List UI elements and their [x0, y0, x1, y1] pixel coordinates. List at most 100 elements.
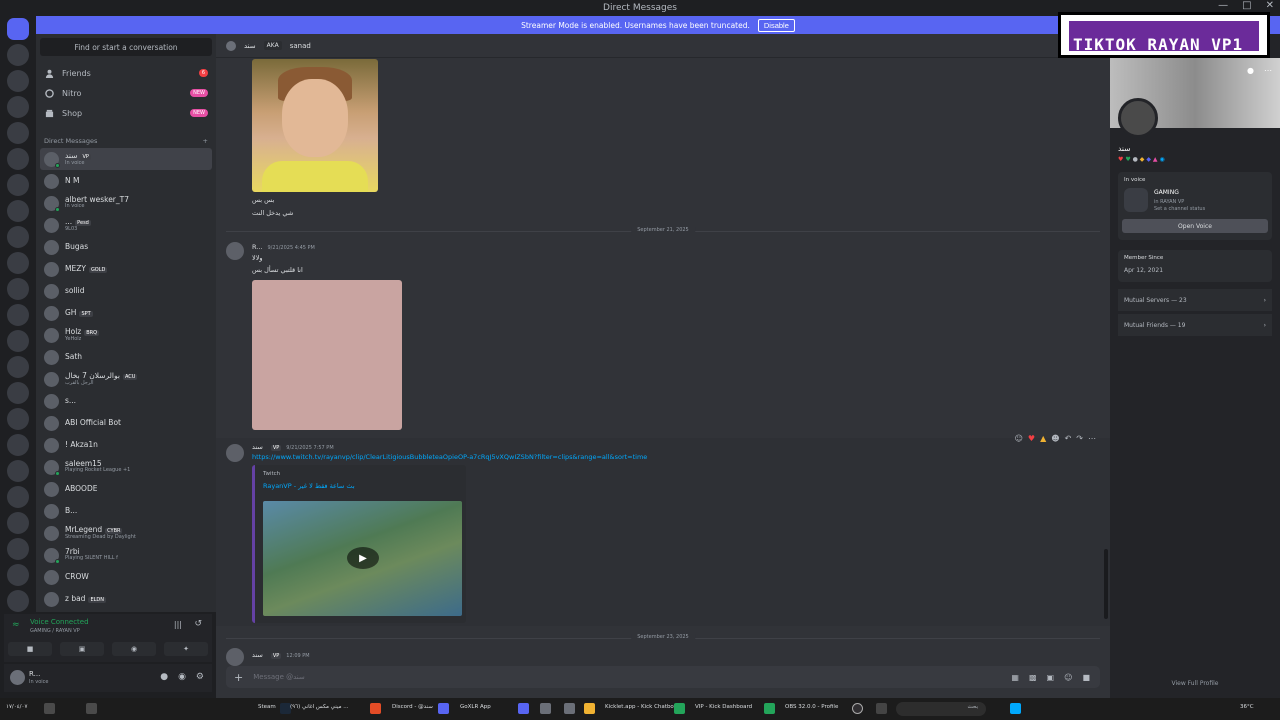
server-icon[interactable]	[7, 564, 29, 586]
minimize-icon[interactable]: —	[1218, 0, 1228, 11]
maximize-icon[interactable]: □	[1242, 0, 1251, 11]
open-voice-button[interactable]: Open Voice	[1122, 219, 1268, 233]
dm-item[interactable]: saleem15 Playing Rocket League +1	[40, 456, 212, 478]
gear-icon[interactable]: ⚙	[196, 672, 204, 682]
chrome-icon[interactable]	[674, 703, 685, 714]
server-icon[interactable]	[7, 200, 29, 222]
image-attachment-boy[interactable]	[252, 59, 378, 192]
badge-icon[interactable]: ▲	[1153, 156, 1158, 163]
dm-item[interactable]: albert wesker_T7 In voice	[40, 192, 212, 214]
view-full-profile-link[interactable]: View Full Profile	[1110, 680, 1280, 687]
dm-item[interactable]: سند VP In voice	[40, 148, 212, 170]
badge-icon[interactable]: ●	[1133, 156, 1138, 163]
dm-item[interactable]: ! Akza1n	[40, 434, 212, 456]
mutual-servers-row[interactable]: Mutual Servers — 23 ›	[1118, 289, 1272, 311]
user-name[interactable]: R...	[29, 670, 40, 678]
noise-suppression-icon[interactable]: |||	[174, 620, 182, 629]
screen-share-button[interactable]: ▣	[60, 642, 104, 656]
activity-button[interactable]: ◉	[112, 642, 156, 656]
volume-icon[interactable]	[44, 703, 55, 714]
taskbar-item-obs[interactable]: OBS 32.0.0 - Profile	[785, 704, 838, 710]
message-author[interactable]: سند	[252, 651, 263, 659]
twitch-clip-link[interactable]: https://www.twitch.tv/rayanvp/clip/Clear…	[252, 453, 647, 461]
emoji-icon[interactable]: ☺	[1064, 673, 1072, 682]
soundboard-button[interactable]: ✦	[164, 642, 208, 656]
mail-icon[interactable]	[540, 703, 551, 714]
dm-item[interactable]: بوالرسلان 7 بخال ACU الرجل بالقرب	[40, 368, 212, 390]
badge-icon[interactable]: ♥	[1125, 156, 1130, 163]
close-icon[interactable]: ✕	[1266, 0, 1274, 11]
server-icon[interactable]	[7, 512, 29, 534]
message-author[interactable]: سند	[252, 443, 263, 451]
nav-friends[interactable]: Friends 6	[40, 64, 212, 82]
thumbs-up-icon[interactable]: ▲	[1040, 434, 1046, 443]
network-icon[interactable]	[86, 703, 97, 714]
server-icon[interactable]	[7, 278, 29, 300]
server-icon[interactable]	[7, 122, 29, 144]
nav-shop[interactable]: Shop NEW	[40, 104, 212, 122]
apps-icon[interactable]: ■	[1082, 673, 1090, 682]
sticker-icon[interactable]: ▣	[1047, 673, 1055, 682]
dm-item[interactable]: s...	[40, 390, 212, 412]
mutual-friends-row[interactable]: Mutual Friends — 19 ›	[1118, 314, 1272, 336]
add-reaction-icon[interactable]: ☻	[1051, 434, 1059, 443]
play-icon[interactable]: ▶	[347, 547, 379, 569]
taskbar-item-music[interactable]: (٩٦) ميني مكس اغاني ...	[290, 704, 349, 710]
dm-item[interactable]: MrLegend CYBR Streaming Dead by Daylight	[40, 522, 212, 544]
server-icon[interactable]	[7, 590, 29, 612]
taskbar-item-steam[interactable]: Steam	[258, 704, 276, 710]
more-options-icon[interactable]: ⋯	[1088, 434, 1096, 443]
taskbar-time[interactable]: ١٧/٠٤/٠٧	[6, 704, 27, 710]
taskbar-item-kick-dashboard[interactable]: VIP - Kick Dashboard	[695, 704, 752, 710]
dm-item[interactable]: sollid	[40, 280, 212, 302]
chat-scrollbar[interactable]	[1104, 549, 1108, 619]
forward-icon[interactable]: ↷	[1076, 434, 1083, 443]
server-icon[interactable]	[7, 148, 29, 170]
disable-streamer-mode-button[interactable]: Disable	[757, 18, 795, 32]
server-icon[interactable]	[7, 382, 29, 404]
dm-item[interactable]: z bad ELDN	[40, 588, 212, 610]
dm-item[interactable]: GH SPT	[40, 302, 212, 324]
server-icon[interactable]	[7, 434, 29, 456]
server-icon[interactable]	[7, 304, 29, 326]
recipient-avatar[interactable]	[226, 40, 236, 51]
message-avatar[interactable]	[226, 648, 244, 666]
taskbar-search[interactable]: بحث	[896, 702, 986, 716]
server-icon[interactable]	[7, 460, 29, 482]
taskbar-item-discord[interactable]: Discord - @سند	[392, 704, 433, 710]
user-avatar[interactable]	[10, 670, 25, 685]
message-avatar[interactable]	[226, 242, 244, 260]
dm-item[interactable]: Sath	[40, 346, 212, 368]
emoji-reaction-icon[interactable]: ☺	[1015, 434, 1023, 443]
headphones-icon[interactable]: ◉	[178, 672, 186, 682]
message-input[interactable]	[253, 673, 1002, 681]
app-icon[interactable]	[876, 703, 887, 714]
server-icon[interactable]	[7, 252, 29, 274]
more-icon[interactable]: ⋯	[1264, 66, 1272, 75]
message-avatar[interactable]	[226, 444, 244, 462]
voice-channel-status[interactable]: Set a channel status	[1154, 206, 1205, 212]
reply-icon[interactable]: ↶	[1065, 434, 1072, 443]
dm-item[interactable]: N M	[40, 170, 212, 192]
heart-reaction-icon[interactable]: ♥	[1028, 434, 1035, 443]
badge-icon[interactable]: ◆	[1146, 156, 1151, 163]
add-dm-icon[interactable]: +	[203, 137, 208, 145]
dm-item[interactable]: ... Pesd 9L03	[40, 214, 212, 236]
folder-icon[interactable]	[584, 703, 595, 714]
browser-icon[interactable]	[370, 703, 381, 714]
gift-icon[interactable]: ▦	[1011, 673, 1019, 682]
chrome-icon[interactable]	[764, 703, 775, 714]
voice-status[interactable]: Voice Connected	[30, 618, 89, 626]
taskbar-item-goxlr[interactable]: GoXLR App	[460, 704, 491, 710]
microphone-icon[interactable]: ●	[160, 672, 168, 682]
dm-item[interactable]: Bugas	[40, 236, 212, 258]
image-attachment-pink[interactable]	[252, 280, 402, 430]
dm-item[interactable]: MEZY GOLD	[40, 258, 212, 280]
attach-plus-icon[interactable]: +	[234, 671, 243, 684]
server-icon[interactable]	[7, 44, 29, 66]
server-icon[interactable]	[7, 486, 29, 508]
server-icon[interactable]	[7, 408, 29, 430]
camera-off-button[interactable]: ■	[8, 642, 52, 656]
find-conversation-button[interactable]: Find or start a conversation	[40, 38, 212, 56]
taskbar-item-kicklet[interactable]: Kicklet.app - Kick Chatbot	[605, 704, 676, 710]
